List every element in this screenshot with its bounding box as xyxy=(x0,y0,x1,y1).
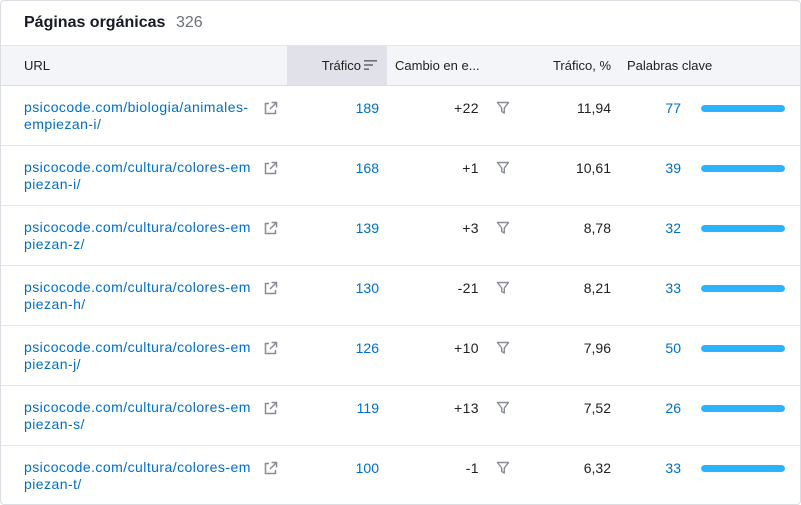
keywords-count-link[interactable]: 39 xyxy=(641,160,681,176)
traffic-value[interactable]: 119 xyxy=(301,400,379,416)
traffic-change-value: +22 xyxy=(454,100,479,116)
keywords-count-link[interactable]: 33 xyxy=(641,460,681,476)
traffic-change-value: +1 xyxy=(462,160,479,176)
panel-header: Páginas orgánicas 326 xyxy=(1,1,800,45)
filter-funnel-icon[interactable] xyxy=(496,341,510,355)
traffic-change-value: +3 xyxy=(462,220,479,236)
external-link-icon[interactable] xyxy=(263,461,278,476)
page-url-link[interactable]: psicocode.com/biologia/animales-empiezan… xyxy=(24,99,252,133)
table-row: psicocode.com/cultura/colores-empiezan-s… xyxy=(1,386,800,446)
traffic-percent-value: 8,21 xyxy=(583,280,611,296)
external-link-icon[interactable] xyxy=(263,161,278,176)
column-header-keywords[interactable]: Palabras clave xyxy=(627,46,712,85)
keywords-bar xyxy=(701,345,785,352)
column-header-traffic[interactable]: Tráfico xyxy=(287,46,387,85)
keywords-count-link[interactable]: 26 xyxy=(641,400,681,416)
keywords-bar xyxy=(701,165,785,172)
keywords-bar xyxy=(701,225,785,232)
column-header-traffic-percent[interactable]: Tráfico, % xyxy=(501,46,611,85)
table-row: psicocode.com/biologia/animales-empiezan… xyxy=(1,86,800,146)
traffic-percent-value: 10,61 xyxy=(575,160,611,176)
table-body: psicocode.com/biologia/animales-empiezan… xyxy=(1,86,800,504)
page-url-link[interactable]: psicocode.com/cultura/colores-empiezan-t… xyxy=(24,459,252,493)
pages-count: 326 xyxy=(176,14,203,31)
traffic-percent-value: 7,52 xyxy=(583,400,611,416)
filter-funnel-icon[interactable] xyxy=(496,281,510,295)
external-link-icon[interactable] xyxy=(263,221,278,236)
column-header-traffic-label: Tráfico xyxy=(321,58,361,73)
keywords-bar-fill xyxy=(701,225,785,232)
traffic-value[interactable]: 139 xyxy=(301,220,379,236)
table-row: psicocode.com/cultura/colores-empiezan-i… xyxy=(1,146,800,206)
page-url-link[interactable]: psicocode.com/cultura/colores-empiezan-j… xyxy=(24,339,252,373)
keywords-bar-fill xyxy=(701,285,785,292)
traffic-percent-value: 6,32 xyxy=(583,460,611,476)
keywords-bar-fill xyxy=(701,405,785,412)
keywords-count-link[interactable]: 50 xyxy=(641,340,681,356)
keywords-bar xyxy=(701,465,785,472)
page-url-link[interactable]: psicocode.com/cultura/colores-empiezan-z… xyxy=(24,219,252,253)
traffic-value[interactable]: 168 xyxy=(301,160,379,176)
keywords-count-link[interactable]: 32 xyxy=(641,220,681,236)
traffic-percent-value: 11,94 xyxy=(577,100,611,116)
column-header-url[interactable]: URL xyxy=(24,46,50,85)
organic-pages-panel: Páginas orgánicas 326 URL Tráfico Cambio… xyxy=(0,0,801,505)
external-link-icon[interactable] xyxy=(263,281,278,296)
keywords-bar-fill xyxy=(701,465,785,472)
traffic-value[interactable]: 126 xyxy=(301,340,379,356)
traffic-value[interactable]: 189 xyxy=(301,100,379,116)
external-link-icon[interactable] xyxy=(263,401,278,416)
traffic-change-value: -21 xyxy=(457,280,479,296)
keywords-bar xyxy=(701,285,785,292)
traffic-value[interactable]: 130 xyxy=(301,280,379,296)
keywords-bar xyxy=(701,105,785,112)
keywords-bar-fill xyxy=(701,345,785,352)
filter-funnel-icon[interactable] xyxy=(496,461,510,475)
page-url-link[interactable]: psicocode.com/cultura/colores-empiezan-h… xyxy=(24,279,252,313)
external-link-icon[interactable] xyxy=(263,101,278,116)
traffic-percent-value: 8,78 xyxy=(583,220,611,236)
column-header-change[interactable]: Cambio en e... xyxy=(395,46,480,85)
table-row: psicocode.com/cultura/colores-empiezan-z… xyxy=(1,206,800,266)
panel-title: Páginas orgánicas xyxy=(24,14,166,31)
table-row: psicocode.com/cultura/colores-empiezan-h… xyxy=(1,266,800,326)
keywords-bar-fill xyxy=(701,105,785,112)
keywords-count-link[interactable]: 33 xyxy=(641,280,681,296)
traffic-change-value: -1 xyxy=(465,460,479,476)
traffic-change-value: +13 xyxy=(454,400,479,416)
external-link-icon[interactable] xyxy=(263,341,278,356)
traffic-value[interactable]: 100 xyxy=(301,460,379,476)
table-header: URL Tráfico Cambio en e... Tráfico, % Pa… xyxy=(1,45,800,86)
filter-funnel-icon[interactable] xyxy=(496,101,510,115)
keywords-bar xyxy=(701,405,785,412)
table-row: psicocode.com/cultura/colores-empiezan-t… xyxy=(1,446,800,504)
filter-funnel-icon[interactable] xyxy=(496,221,510,235)
filter-funnel-icon[interactable] xyxy=(496,401,510,415)
filter-funnel-icon[interactable] xyxy=(496,161,510,175)
traffic-change-value: +10 xyxy=(454,340,479,356)
table-row: psicocode.com/cultura/colores-empiezan-j… xyxy=(1,326,800,386)
sort-descending-icon[interactable] xyxy=(364,59,377,71)
keywords-bar-fill xyxy=(701,165,785,172)
traffic-percent-value: 7,96 xyxy=(583,340,611,356)
keywords-count-link[interactable]: 77 xyxy=(641,100,681,116)
page-url-link[interactable]: psicocode.com/cultura/colores-empiezan-i… xyxy=(24,159,252,193)
page-url-link[interactable]: psicocode.com/cultura/colores-empiezan-s… xyxy=(24,399,252,433)
